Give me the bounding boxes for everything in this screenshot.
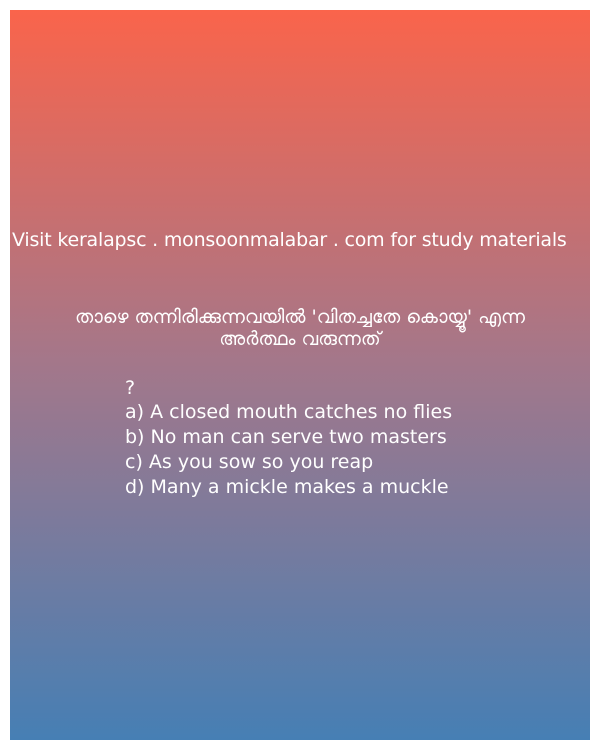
visit-banner-text: Visit keralapsc . monsoonmalabar . com f…	[12, 229, 567, 251]
question-line-1: താഴെ തന്നിരിക്കുന്നവയിൽ 'വിതച്ചതേ കൊയ്യൂ…	[75, 306, 525, 328]
option-letter: d)	[125, 476, 145, 498]
options-list: a) A closed mouth catches no flies b) No…	[125, 400, 452, 500]
option-letter: a)	[125, 401, 145, 423]
option-text: No man can serve two masters	[150, 426, 447, 448]
option-text: Many a mickle makes a muckle	[150, 476, 449, 498]
option-letter: b)	[125, 426, 145, 448]
option-text: As you sow so you reap	[148, 451, 374, 473]
option-d: d) Many a mickle makes a muckle	[125, 475, 452, 500]
question-line-2: അർത്ഥം വരുന്നത്	[219, 328, 381, 350]
option-letter: c)	[125, 451, 143, 473]
option-a: a) A closed mouth catches no flies	[125, 400, 452, 425]
question-mark: ?	[125, 377, 136, 399]
option-text: A closed mouth catches no flies	[150, 401, 453, 423]
question-text: താഴെ തന്നിരിക്കുന്നവയിൽ 'വിതച്ചതേ കൊയ്യൂ…	[10, 306, 590, 350]
question-card: Visit keralapsc . monsoonmalabar . com f…	[10, 10, 590, 740]
option-b: b) No man can serve two masters	[125, 425, 452, 450]
option-c: c) As you sow so you reap	[125, 450, 452, 475]
